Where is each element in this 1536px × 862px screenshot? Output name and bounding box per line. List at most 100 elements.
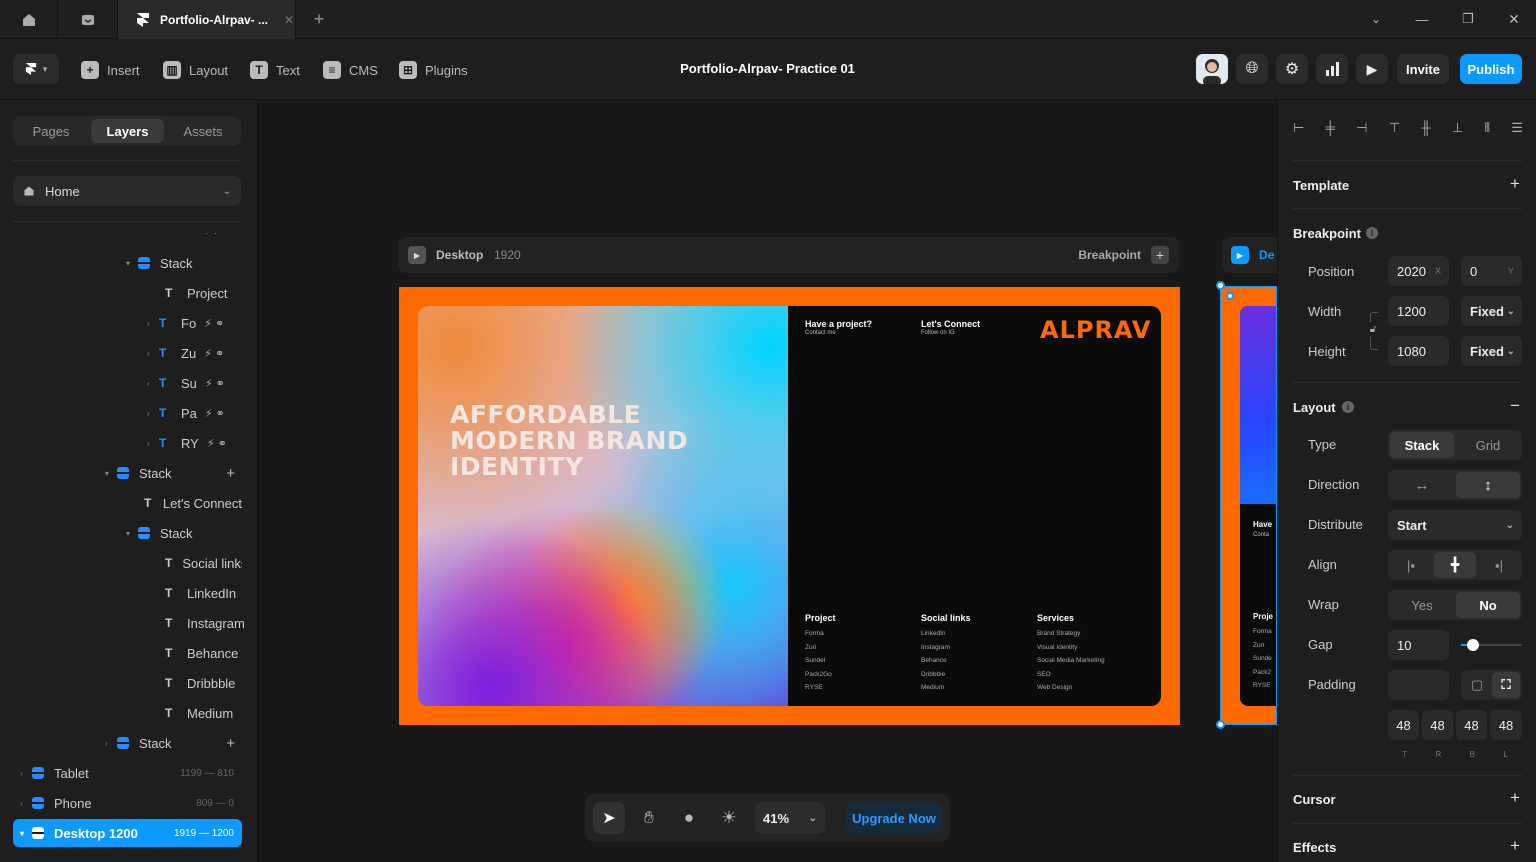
- padding-individual-icon[interactable]: ⛶: [1492, 672, 1520, 698]
- wrap-no-option[interactable]: No: [1456, 592, 1520, 618]
- close-window-icon[interactable]: ✕: [1504, 8, 1524, 30]
- layer-breakpoint-tablet[interactable]: › Tablet 1199 — 810: [20, 758, 236, 788]
- settings-button[interactable]: ⚙︎: [1276, 54, 1308, 84]
- inbox-tab[interactable]: [58, 0, 118, 39]
- layer-text[interactable]: T Behance: [165, 638, 238, 668]
- add-template-icon[interactable]: +: [1510, 174, 1520, 194]
- layer-component[interactable]: › T Zu ⚡︎ ⚭: [147, 338, 224, 368]
- layer-text[interactable]: T LinkedIn: [165, 578, 236, 608]
- play-icon[interactable]: ▶: [408, 246, 426, 264]
- layer-stack[interactable]: ▾ Stack: [126, 518, 193, 548]
- resize-handle[interactable]: [1216, 281, 1225, 290]
- globe-button[interactable]: 🌐︎: [1236, 54, 1268, 84]
- layout-button[interactable]: ▥ Layout: [163, 59, 228, 81]
- position-y-input[interactable]: 0Y: [1461, 256, 1522, 286]
- stack-origin-handle[interactable]: [1226, 292, 1234, 300]
- comment-tool-icon[interactable]: ●: [673, 802, 705, 834]
- add-cursor-icon[interactable]: +: [1510, 788, 1520, 808]
- distribute-v-icon[interactable]: ☰: [1511, 120, 1523, 140]
- layer-breakpoint-phone[interactable]: › Phone 809 — 0: [20, 788, 236, 818]
- align-right-icon[interactable]: ⊣: [1356, 120, 1367, 140]
- resize-handle[interactable]: [1216, 720, 1225, 729]
- padding-left-input[interactable]: 48: [1490, 710, 1522, 740]
- play-icon[interactable]: ▶: [1231, 246, 1249, 264]
- new-tab-icon[interactable]: +: [308, 8, 330, 30]
- layer-component[interactable]: › T RY ⚡︎ ⚭: [147, 428, 227, 458]
- type-stack-option[interactable]: Stack: [1390, 432, 1454, 458]
- padding-input[interactable]: [1388, 670, 1449, 700]
- invite-button[interactable]: Invite: [1397, 54, 1449, 84]
- layer-text[interactable]: T Let's Connect: [144, 488, 242, 518]
- layer-text[interactable]: T Project: [165, 278, 227, 308]
- align-end-icon[interactable]: ▪|: [1478, 552, 1520, 578]
- hand-tool-icon[interactable]: ✋︎: [633, 802, 665, 834]
- layer-component[interactable]: › T Pa ⚡︎ ⚭: [147, 398, 225, 428]
- chevron-down-icon[interactable]: ⌄: [1366, 8, 1386, 30]
- minimize-icon[interactable]: —: [1412, 8, 1432, 30]
- page-select[interactable]: Home ⌄: [13, 176, 241, 206]
- align-bottom-icon[interactable]: ⊥: [1452, 120, 1463, 140]
- distribute-select[interactable]: Start ⌄: [1388, 510, 1522, 540]
- height-input[interactable]: 1080: [1388, 336, 1449, 366]
- align-start-icon[interactable]: |▪: [1390, 552, 1432, 578]
- distribute-h-icon[interactable]: ⫴: [1485, 120, 1490, 140]
- tab-layers[interactable]: Layers: [91, 119, 164, 143]
- info-icon[interactable]: i: [1366, 227, 1378, 239]
- direction-vertical-icon[interactable]: ↕: [1456, 472, 1520, 498]
- position-x-input[interactable]: 2020 X: [1388, 256, 1449, 286]
- wrap-yes-option[interactable]: Yes: [1390, 592, 1454, 618]
- preview-button[interactable]: ▶: [1356, 54, 1388, 84]
- layer-stack[interactable]: ▾ Stack: [126, 248, 193, 278]
- layer-stack[interactable]: › Stack +: [105, 728, 235, 758]
- width-input[interactable]: 1200: [1388, 296, 1449, 326]
- close-tab-icon[interactable]: ✕: [284, 13, 294, 27]
- layer-stack[interactable]: ▾ Stack +: [105, 458, 235, 488]
- tablet-frame-selected[interactable]: Have Conta Proje Forma Zuri Sunde Pack2 …: [1220, 286, 1277, 725]
- theme-toggle-icon[interactable]: ☀︎: [713, 802, 745, 834]
- align-center-icon[interactable]: ╋: [1434, 552, 1476, 578]
- tab-assets[interactable]: Assets: [168, 119, 238, 143]
- text-button[interactable]: T Text: [250, 59, 300, 81]
- layer-text[interactable]: T Dribbble: [165, 668, 235, 698]
- gap-input[interactable]: 10: [1388, 630, 1449, 660]
- padding-top-input[interactable]: 48: [1388, 710, 1419, 740]
- avatar[interactable]: [1196, 54, 1228, 84]
- layer-text[interactable]: T Instagram: [165, 608, 245, 638]
- home-tab[interactable]: [0, 0, 58, 39]
- tab-portfolio[interactable]: Portfolio-Alrpav- ... ✕: [118, 0, 296, 39]
- gap-slider[interactable]: [1461, 639, 1522, 651]
- type-grid-option[interactable]: Grid: [1456, 432, 1520, 458]
- align-center-h-icon[interactable]: ╪: [1326, 120, 1335, 140]
- info-icon[interactable]: i: [1342, 401, 1354, 413]
- plugins-button[interactable]: ⊞ Plugins: [399, 59, 468, 81]
- align-center-v-icon[interactable]: ╫: [1421, 120, 1430, 140]
- padding-bottom-input[interactable]: 48: [1456, 710, 1487, 740]
- zoom-select[interactable]: 41% ⌄: [755, 802, 825, 834]
- insert-button[interactable]: + Insert: [81, 59, 140, 81]
- canvas[interactable]: ▶ Desktop 1920 Breakpoint + AFFORDABLE M…: [258, 100, 1277, 862]
- add-effect-icon[interactable]: +: [1510, 836, 1520, 856]
- layer-text[interactable]: T Medium: [165, 698, 233, 728]
- frame-header[interactable]: ▶ Desktop 1920 Breakpoint +: [398, 237, 1179, 273]
- cms-button[interactable]: ≡ CMS: [323, 59, 378, 81]
- lock-icon[interactable]: 🔓︎: [1367, 322, 1379, 336]
- width-mode-select[interactable]: Fixed ⌄: [1461, 296, 1522, 326]
- layer-desktop-selected[interactable]: ▾ Desktop 1200 1919 — 1200: [13, 819, 242, 847]
- layer-component[interactable]: › T Fo ⚡︎ ⚭: [147, 308, 224, 338]
- main-menu-button[interactable]: ▾: [13, 54, 59, 84]
- desktop-frame[interactable]: AFFORDABLE MODERN BRAND IDENTITY Have a …: [399, 287, 1180, 725]
- maximize-icon[interactable]: ❐: [1458, 8, 1478, 30]
- padding-right-input[interactable]: 48: [1422, 710, 1453, 740]
- upgrade-button[interactable]: Upgrade Now: [846, 802, 942, 834]
- frame-header-peek[interactable]: ▶ De: [1222, 237, 1277, 273]
- padding-uniform-icon[interactable]: ▢: [1463, 672, 1491, 698]
- align-left-icon[interactable]: ⊢: [1293, 120, 1304, 140]
- direction-horizontal-icon[interactable]: ↔: [1390, 472, 1454, 498]
- layer-component[interactable]: › T Su ⚡︎ ⚭: [147, 368, 225, 398]
- layer-text[interactable]: T Social links: [165, 548, 242, 578]
- add-icon[interactable]: +: [226, 735, 235, 752]
- gap-slider-knob[interactable]: [1467, 639, 1479, 651]
- tab-pages[interactable]: Pages: [17, 119, 85, 143]
- publish-button[interactable]: Publish: [1460, 54, 1522, 84]
- add-breakpoint-icon[interactable]: +: [1151, 246, 1169, 264]
